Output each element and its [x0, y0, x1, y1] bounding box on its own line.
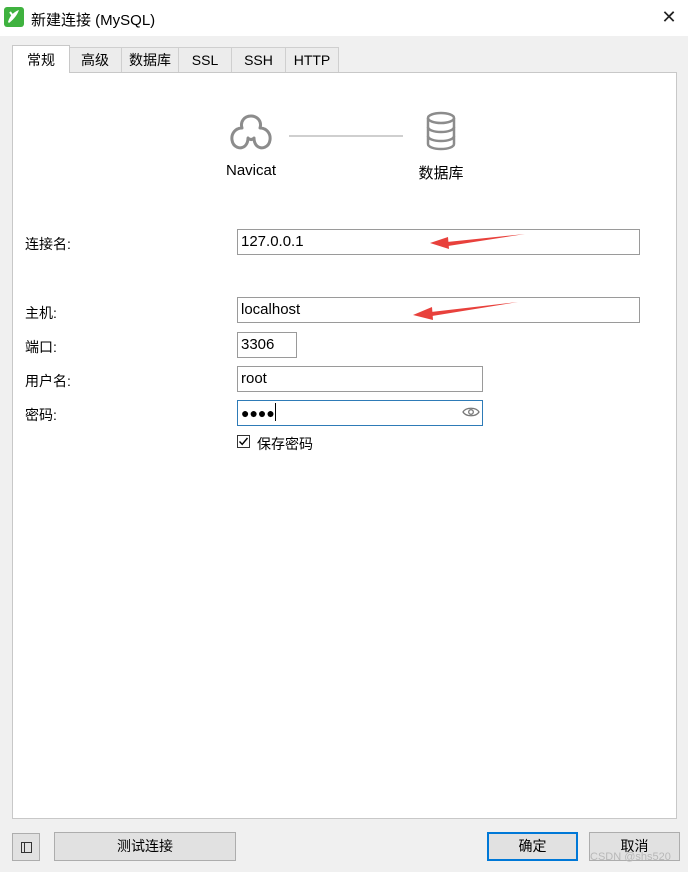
- tab-general[interactable]: 常规: [12, 45, 70, 73]
- arrow-connection-name: [430, 234, 525, 249]
- panel-toggle-icon: [21, 842, 32, 853]
- toggle-panel-button[interactable]: [12, 833, 40, 861]
- arrow-host: [413, 302, 518, 320]
- ok-button[interactable]: 确定: [487, 832, 578, 861]
- annotation-arrows: [413, 234, 525, 320]
- watermark: CSDN @shs520: [590, 851, 671, 863]
- test-connection-button[interactable]: 测试连接: [54, 832, 236, 861]
